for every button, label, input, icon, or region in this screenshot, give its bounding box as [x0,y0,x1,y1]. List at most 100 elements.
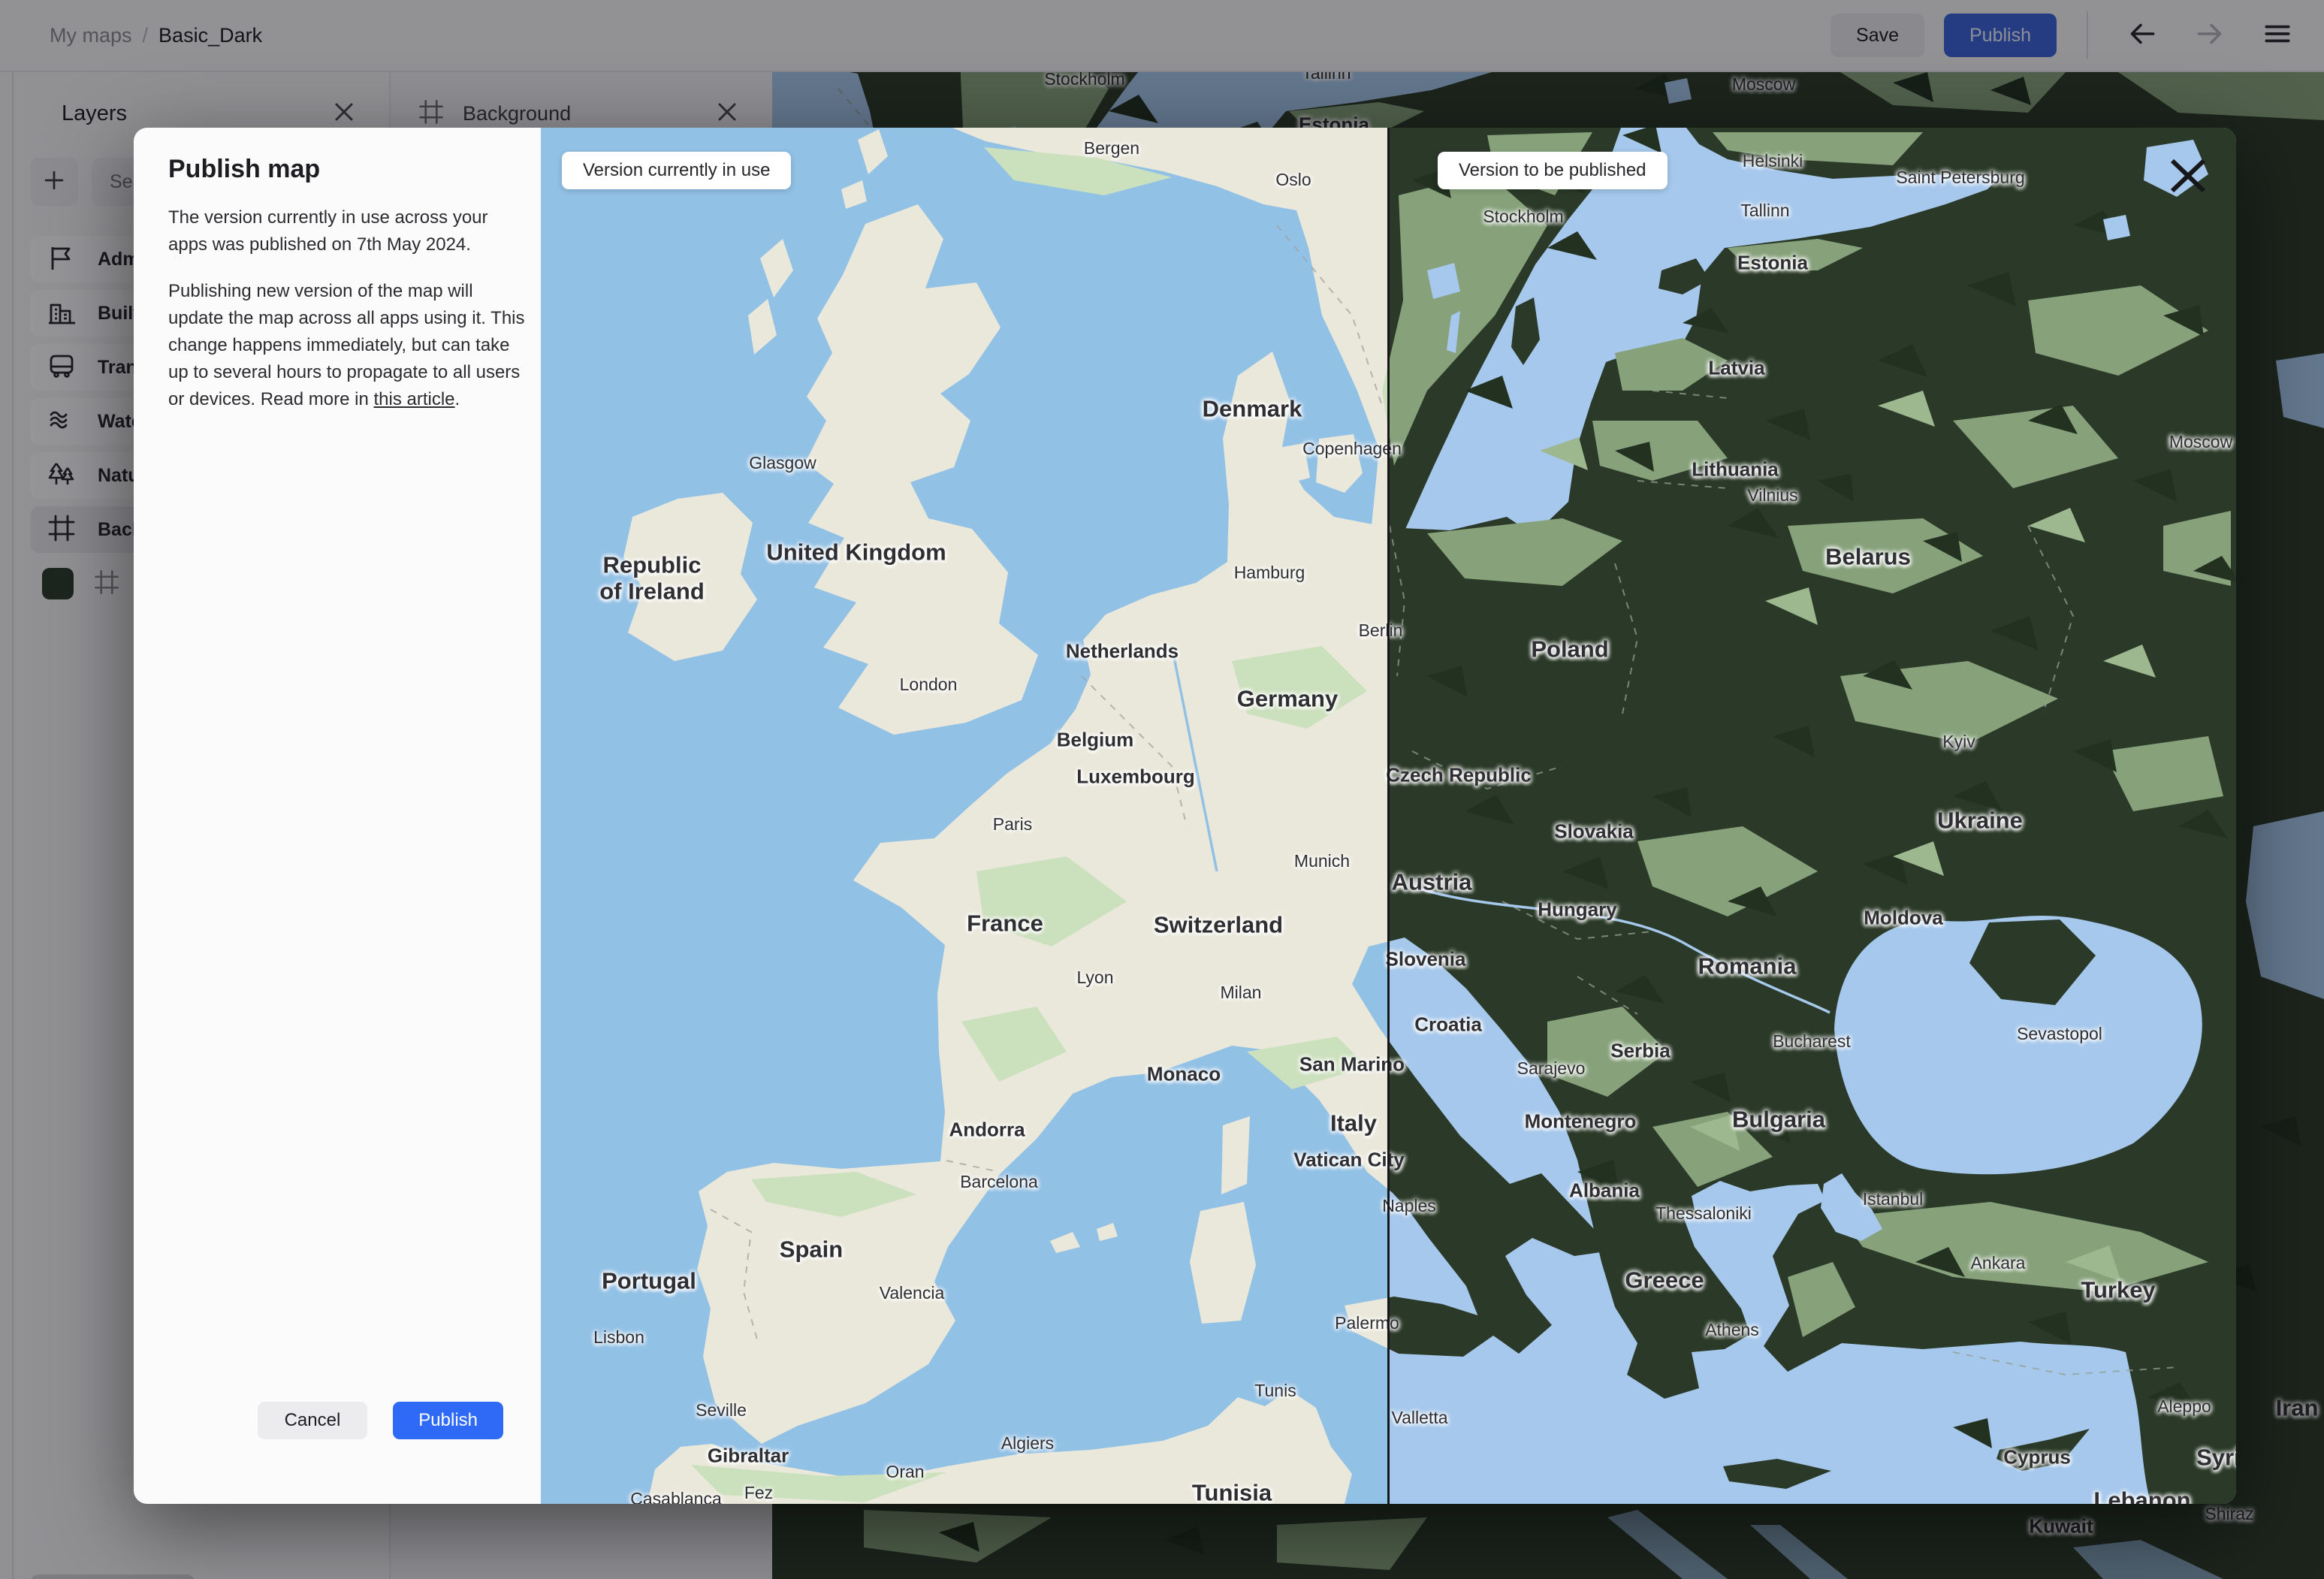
publish-modal: Publish map The version currently in use… [134,128,2236,1504]
map-label: Slovakia [1554,820,1634,843]
map-label: Croatia [1414,1013,1482,1036]
map-label: Czech Republic [1390,763,1532,786]
map-label: Tunisia [1191,1479,1272,1504]
map-label: Fez [744,1483,774,1503]
map-label: Seville [696,1400,747,1420]
map-label: Hamburg [1233,563,1305,583]
map-label: Munich [1293,851,1351,871]
publish-dialog: Publish map The version currently in use… [134,128,541,1504]
map-label: Berlin [1390,620,1403,641]
map-label: Germany [1236,685,1339,712]
app-window: Stockholm Tallinn Estonia Moscow Iran Shiraz K… [0,0,2324,1579]
map-label: France [967,910,1043,937]
map-label: Lebanon [2093,1487,2191,1504]
map-label: Serbia [1610,1039,1671,1062]
map-label: Saint Petersburg [1896,168,2025,188]
version-current-badge: Version currently in use [562,152,792,189]
cancel-button[interactable]: Cancel [257,1402,368,1439]
map-label: Spain [779,1236,844,1263]
map-label: Andorra [949,1118,1025,1141]
map-label: Belarus [1825,543,1911,570]
map-label: Lithuania [1692,457,1779,481]
map-label: Thessaloniki [1655,1203,1752,1224]
map-label: Paris [992,814,1033,835]
version-new-badge: Version to be published [1438,152,1668,189]
map-label: Gibraltar [707,1444,789,1467]
map-label: Kyiv [1942,732,1975,752]
map-label: Tunis [1254,1381,1296,1401]
map-label: Belgium [1056,728,1134,751]
map-label: Algiers [1001,1433,1055,1454]
map-label: Barcelona [960,1172,1038,1192]
map-label: Sevastopol [2017,1024,2102,1044]
map-label: San Marino [1390,1052,1405,1076]
map-label: Palermo [1335,1313,1390,1333]
map-label: Naples [1390,1196,1436,1216]
map-label: Latvia [1708,356,1765,379]
map-label: Italy [1330,1110,1378,1137]
map-label: Monaco [1146,1062,1221,1085]
map-label: Moscow [2169,432,2233,452]
map-label: Bulgaria [1731,1106,1826,1133]
map-label: Republic of Ireland [599,551,705,604]
map-label: Romania [1698,953,1797,980]
map-label: Valencia [879,1283,945,1303]
map-label: Bergen [1083,138,1140,159]
map-label: Sarajevo [1517,1058,1586,1079]
map-compare-right[interactable]: BergenOsloStockholmHelsinkiSaint Petersb… [1390,128,2236,1504]
dialog-title: Publish map [168,155,321,183]
map-label: Poland [1531,636,1609,663]
map-label: Moldova [1864,906,1943,929]
map-label: Albania [1569,1179,1640,1202]
map-label: Netherlands [1065,639,1179,663]
map-label: Lyon [1076,968,1114,988]
map-label: Montenegro [1524,1110,1637,1133]
map-label: Vatican City [1390,1148,1405,1171]
map-label: Ankara [1970,1253,2026,1273]
map-label: Glasgow [749,453,816,473]
dark-map-labels: BergenOsloStockholmHelsinkiSaint Petersb… [1390,128,2236,1504]
map-label: Vatican City [1293,1148,1390,1171]
map-label: Greece [1625,1267,1704,1294]
dialog-paragraph-2: Publishing new version of the map will u… [168,281,525,409]
dialog-paragraph-1: The version currently in use across your… [168,207,488,255]
map-label: Syria [2196,1444,2236,1471]
map-label: Tallinn [1740,201,1790,221]
map-label: Istanbul [1862,1189,1924,1209]
map-label: Milan [1220,983,1262,1003]
map-label: Switzerland [1153,911,1284,938]
map-label: Casablanca [630,1489,722,1504]
map-label: London [899,675,958,695]
map-label: Bucharest [1773,1031,1851,1052]
map-label: Ukraine [1937,807,2023,834]
dialog-body: The version currently in use across your… [168,204,527,433]
map-label: Oran [886,1462,925,1482]
map-label: Turkey [2081,1276,2156,1303]
map-label: Slovenia [1390,947,1466,971]
map-label: Luxembourg [1076,765,1195,788]
map-label: Austria [1391,868,1472,895]
map-label: Palermo [1390,1313,1399,1333]
map-label: Valletta [1391,1408,1448,1428]
light-map-labels: BergenOsloStockholmHelsinkiSaint Petersb… [541,128,1390,1504]
map-label: Oslo [1275,170,1311,190]
map-label: Copenhagen [1390,439,1402,459]
map-label: Stockholm [1483,207,1564,227]
map-compare-left[interactable]: BergenOsloStockholmHelsinkiSaint Petersb… [541,128,1390,1504]
map-label: Athens [1705,1320,1759,1340]
map-label: Berlin [1358,620,1390,641]
map-label: Vilnius [1747,485,1798,506]
map-label: Estonia [1737,251,1808,274]
dialog-actions: Cancel Publish [134,1402,541,1439]
publish-confirm-button[interactable]: Publish [393,1402,503,1439]
map-label: San Marino [1299,1052,1390,1076]
compare-divider[interactable] [1387,128,1390,1504]
map-label: Copenhagen [1302,439,1390,459]
map-label: Hungary [1538,898,1617,921]
map-label: Helsinki [1742,151,1803,171]
map-label: Aleppo [2157,1396,2211,1417]
map-label: Lisbon [593,1327,644,1348]
map-label: Denmark [1202,395,1302,422]
map-label: United Kingdom [766,539,946,566]
this-article-link[interactable]: this article [373,389,454,409]
